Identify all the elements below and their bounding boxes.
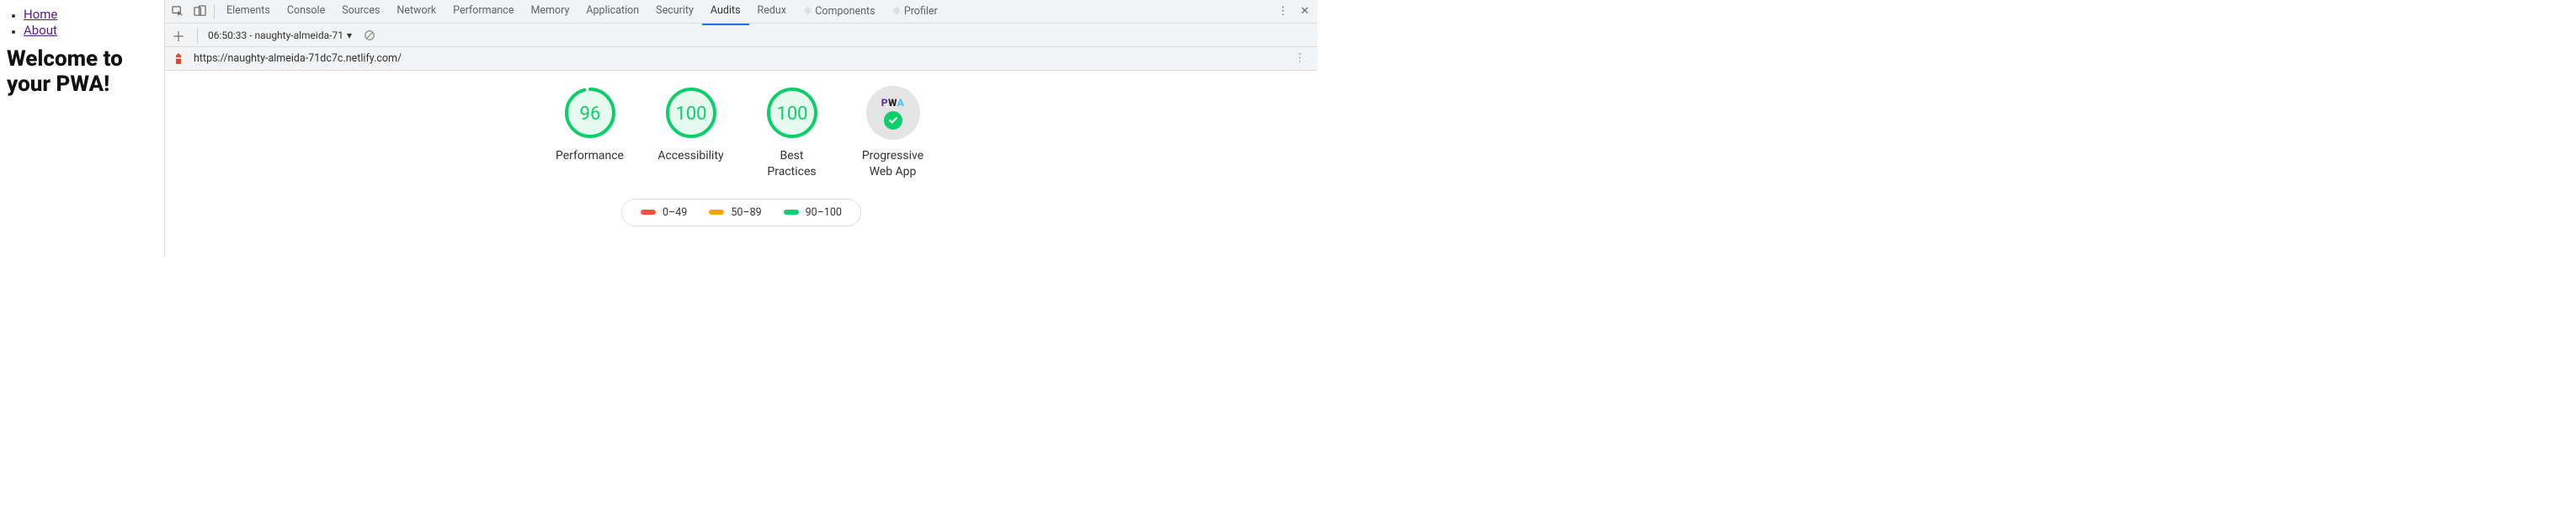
legend-range: 90–100	[806, 206, 842, 219]
devtools-tab-sources[interactable]: Sources	[333, 0, 388, 25]
legend-swatch	[784, 210, 799, 215]
devtools-tabstrip: ElementsConsoleSourcesNetworkPerformance…	[165, 0, 1317, 24]
gauge-best-practices[interactable]: 100 BestPractices	[752, 86, 833, 180]
legend-range: 50–89	[731, 206, 761, 219]
legend-swatch	[709, 210, 724, 215]
devtools-tab-components[interactable]: ⚛Components	[795, 0, 884, 25]
legend-item-good: 90–100	[784, 206, 842, 219]
check-icon	[884, 111, 902, 130]
nav-item: Home	[24, 7, 157, 22]
audits-toolbar: ＋ 06:50:33 - naughty-almeida-71 ▾	[165, 24, 1317, 47]
devtools-tab-performance[interactable]: Performance	[444, 0, 522, 25]
devtools-tab-console[interactable]: Console	[279, 0, 333, 25]
gauge-performance[interactable]: 96 Performance	[550, 86, 631, 164]
devtools-tab-redux[interactable]: Redux	[749, 0, 795, 25]
pwa-badge: PWA	[866, 86, 920, 140]
svg-text:100: 100	[776, 104, 807, 125]
new-audit-button[interactable]: ＋	[170, 27, 187, 44]
audit-urlbar: https://naughty-almeida-71dc7c.netlify.c…	[165, 47, 1317, 71]
gauge-label: ProgressiveWeb App	[862, 148, 923, 180]
gauge-pwa[interactable]: PWA ProgressiveWeb App	[853, 86, 934, 180]
inspect-element-icon[interactable]	[167, 1, 189, 23]
nav-item: About	[24, 23, 157, 38]
page-heading: Welcome to your PWA!	[7, 46, 157, 97]
divider	[214, 4, 215, 19]
devtools-tab-audits[interactable]: Audits	[702, 0, 749, 25]
audit-run-select[interactable]: 06:50:33 - naughty-almeida-71 ▾	[208, 29, 352, 41]
legend-swatch	[641, 210, 656, 215]
gauge-label: Performance	[556, 148, 624, 164]
svg-text:96: 96	[579, 104, 600, 125]
chevron-down-icon: ▾	[347, 29, 352, 41]
close-icon[interactable]: ✕	[1294, 1, 1316, 23]
page-content: Home About Welcome to your PWA!	[0, 0, 164, 257]
devtools-tab-application[interactable]: Application	[577, 0, 647, 25]
svg-text:100: 100	[675, 104, 706, 125]
devtools-tab-network[interactable]: Network	[388, 0, 444, 25]
nav-list: Home About	[7, 7, 157, 38]
gauge-label: BestPractices	[767, 148, 816, 180]
audit-results: 96 Performance 100 Accessibility 100 Bes…	[165, 71, 1317, 257]
legend-item-mid: 50–89	[709, 206, 761, 219]
lighthouse-icon	[172, 52, 185, 66]
gauge-label: Accessibility	[657, 148, 723, 164]
clear-icon[interactable]	[359, 24, 381, 46]
url-menu-icon[interactable]: ⋮	[1289, 48, 1311, 70]
more-icon[interactable]: ⋮	[1272, 1, 1294, 23]
devtools-tab-profiler[interactable]: ⚛Profiler	[884, 0, 946, 25]
audit-url: https://naughty-almeida-71dc7c.netlify.c…	[194, 52, 402, 65]
divider	[197, 28, 198, 43]
gauge-row: 96 Performance 100 Accessibility 100 Bes…	[550, 86, 934, 180]
score-legend: 0–49 50–89 90–100	[621, 199, 861, 226]
devtools: ElementsConsoleSourcesNetworkPerformance…	[164, 0, 1317, 257]
devtools-tab-memory[interactable]: Memory	[522, 0, 577, 25]
nav-link-about[interactable]: About	[24, 23, 57, 38]
devtools-tab-elements[interactable]: Elements	[218, 0, 279, 25]
devtools-tab-security[interactable]: Security	[647, 0, 702, 25]
legend-range: 0–49	[663, 206, 687, 219]
legend-item-bad: 0–49	[641, 206, 687, 219]
gauge-accessibility[interactable]: 100 Accessibility	[651, 86, 732, 164]
toggle-device-icon[interactable]	[189, 1, 210, 23]
nav-link-home[interactable]: Home	[24, 7, 57, 22]
audit-run-label: 06:50:33 - naughty-almeida-71	[208, 29, 343, 41]
